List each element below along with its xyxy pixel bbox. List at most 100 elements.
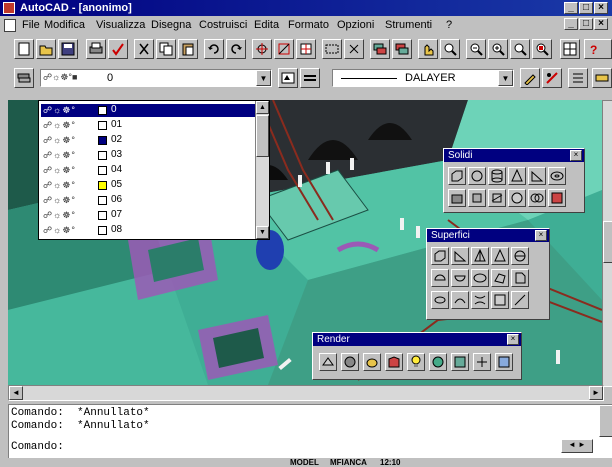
- layer-state-icons[interactable]: ☍☼☸°: [43, 210, 76, 221]
- new-button[interactable]: [14, 39, 34, 59]
- command-scroll-arrows[interactable]: ◄ ►: [561, 439, 593, 453]
- revolved-surface-button[interactable]: [431, 291, 449, 309]
- hide-button[interactable]: [319, 353, 337, 371]
- layer-row-04[interactable]: ☍☼☸° 04: [41, 164, 255, 177]
- cylinder-button[interactable]: [488, 167, 506, 185]
- solidi-palette-title[interactable]: Solidi ×: [444, 149, 584, 162]
- render-close-button[interactable]: ×: [507, 334, 519, 345]
- layer-row-07[interactable]: ☍☼☸° 07: [41, 209, 255, 222]
- horizontal-scrollbar[interactable]: ◄ ►: [8, 385, 604, 401]
- layer-state-icons[interactable]: ☍☼☸°: [43, 180, 76, 191]
- layer-dropdown-list[interactable]: ☍☼☸° 0 ☍☼☸° 01 ☍☼☸° 02 ☍☼☸° 03 ☍☼☸° 04 ☍…: [38, 100, 270, 240]
- menu-formato[interactable]: Formato: [288, 19, 329, 31]
- zoom-realtime-button[interactable]: [440, 39, 460, 59]
- point-button[interactable]: [344, 39, 364, 59]
- select-window-button[interactable]: [322, 39, 342, 59]
- layer-state-icons[interactable]: ☍☼☸°: [43, 165, 76, 176]
- solid-edit-button[interactable]: [548, 189, 566, 207]
- background-button[interactable]: [495, 353, 513, 371]
- maximize-button[interactable]: □: [579, 2, 593, 14]
- tabulated-surface-button[interactable]: [451, 291, 469, 309]
- layer-state-icons[interactable]: ☍☼☸°: [43, 150, 76, 161]
- layer-row-01[interactable]: ☍☼☸° 01: [41, 119, 255, 132]
- box-solid-button[interactable]: [448, 167, 466, 185]
- menu-strumenti[interactable]: Strumenti: [385, 19, 432, 31]
- edge-button[interactable]: [511, 291, 529, 309]
- section-button[interactable]: [508, 189, 526, 207]
- menu-visualizza[interactable]: Visualizza: [96, 19, 145, 31]
- scenes-button[interactable]: [385, 353, 403, 371]
- layer-list-scrollbar[interactable]: ▲ ▼: [255, 101, 269, 239]
- slice-button[interactable]: [488, 189, 506, 207]
- surface-sphere-button[interactable]: [511, 247, 529, 265]
- command-window[interactable]: Comando: *Annullato* Comando: *Annullato…: [8, 404, 612, 459]
- layer-row-08[interactable]: ☍☼☸° 08: [41, 224, 255, 237]
- spelling-button[interactable]: [108, 39, 128, 59]
- zoom-previous-button[interactable]: [510, 39, 530, 59]
- layer-color-swatch[interactable]: [98, 226, 107, 235]
- solidi-close-button[interactable]: ×: [570, 150, 582, 161]
- revolve-button[interactable]: [468, 189, 486, 207]
- layout-indicator[interactable]: MFIANCA: [330, 458, 367, 467]
- 3d-face-button[interactable]: [491, 269, 509, 287]
- tracking-button[interactable]: [274, 39, 294, 59]
- layers-dialog-button[interactable]: [14, 68, 34, 88]
- layer-list-scroll-up[interactable]: ▲: [256, 101, 269, 114]
- layer-state-icons[interactable]: ☍☼☸°: [43, 120, 76, 131]
- layer-color-swatch[interactable]: [98, 151, 107, 160]
- layer-state-icons[interactable]: ☍☼☸°: [43, 135, 76, 146]
- ruled-surface-button[interactable]: [471, 291, 489, 309]
- menu-file[interactable]: File: [22, 19, 40, 31]
- save-button[interactable]: [58, 39, 78, 59]
- materials-button[interactable]: [429, 353, 447, 371]
- surface-torus-button[interactable]: [471, 269, 489, 287]
- zoom-in-button[interactable]: [488, 39, 508, 59]
- scroll-left-button[interactable]: ◄: [9, 386, 23, 400]
- menu-help[interactable]: ?: [446, 19, 452, 31]
- dish-button[interactable]: [451, 269, 469, 287]
- extrude-button[interactable]: [448, 189, 466, 207]
- document-icon[interactable]: [4, 19, 16, 32]
- layer-color-swatch[interactable]: [98, 196, 107, 205]
- command-scrollbar[interactable]: [599, 405, 612, 437]
- doc-restore-button[interactable]: □: [579, 18, 593, 30]
- surface-box-button[interactable]: [431, 247, 449, 265]
- menu-costruisci[interactable]: Costruisci: [199, 19, 247, 31]
- make-layer-current-button[interactable]: [278, 68, 298, 88]
- materials-library-button[interactable]: [451, 353, 469, 371]
- superfici-palette-title[interactable]: Superfici ×: [427, 229, 549, 242]
- sphere-button[interactable]: [468, 167, 486, 185]
- layer-list-scroll-thumb[interactable]: [256, 115, 269, 157]
- vertical-scroll-thumb[interactable]: [603, 221, 612, 263]
- tiled-viewports-button[interactable]: [560, 39, 580, 59]
- lights-button[interactable]: [407, 353, 425, 371]
- surface-wedge-button[interactable]: [451, 247, 469, 265]
- layer-color-swatch[interactable]: [98, 166, 107, 175]
- print-button[interactable]: [86, 39, 106, 59]
- layer-color-swatch[interactable]: [98, 136, 107, 145]
- layer-row-05[interactable]: ☍☼☸° 05: [41, 179, 255, 192]
- linetype-combo-arrow[interactable]: ▼: [498, 70, 513, 86]
- paste-button[interactable]: [178, 39, 198, 59]
- layer-color-swatch[interactable]: [98, 211, 107, 220]
- close-button[interactable]: ×: [594, 2, 608, 14]
- layer-color-swatch[interactable]: [98, 121, 107, 130]
- mapping-button[interactable]: [473, 353, 491, 371]
- properties-button[interactable]: [392, 39, 412, 59]
- vertical-scrollbar[interactable]: [602, 100, 612, 387]
- copy-button[interactable]: [156, 39, 176, 59]
- 3d-mesh-button[interactable]: [511, 269, 529, 287]
- torus-button[interactable]: [548, 167, 566, 185]
- zoom-extents-button[interactable]: [532, 39, 552, 59]
- model-toggle[interactable]: MODEL: [290, 458, 319, 467]
- layer-state-icons[interactable]: ☍☼☸°: [43, 195, 76, 206]
- layer-state-icons[interactable]: ☍☼☸°: [43, 105, 76, 116]
- menu-disegna[interactable]: Disegna: [151, 19, 191, 31]
- layer-properties-button[interactable]: [370, 39, 390, 59]
- grid-button[interactable]: [296, 39, 316, 59]
- layer-row-06[interactable]: ☍☼☸° 06: [41, 194, 255, 207]
- layer-row-03[interactable]: ☍☼☸° 03: [41, 149, 255, 162]
- linetype-dialog-button[interactable]: [300, 68, 320, 88]
- inquiry-button[interactable]: [542, 68, 562, 88]
- render-palette-title[interactable]: Render ×: [313, 333, 521, 346]
